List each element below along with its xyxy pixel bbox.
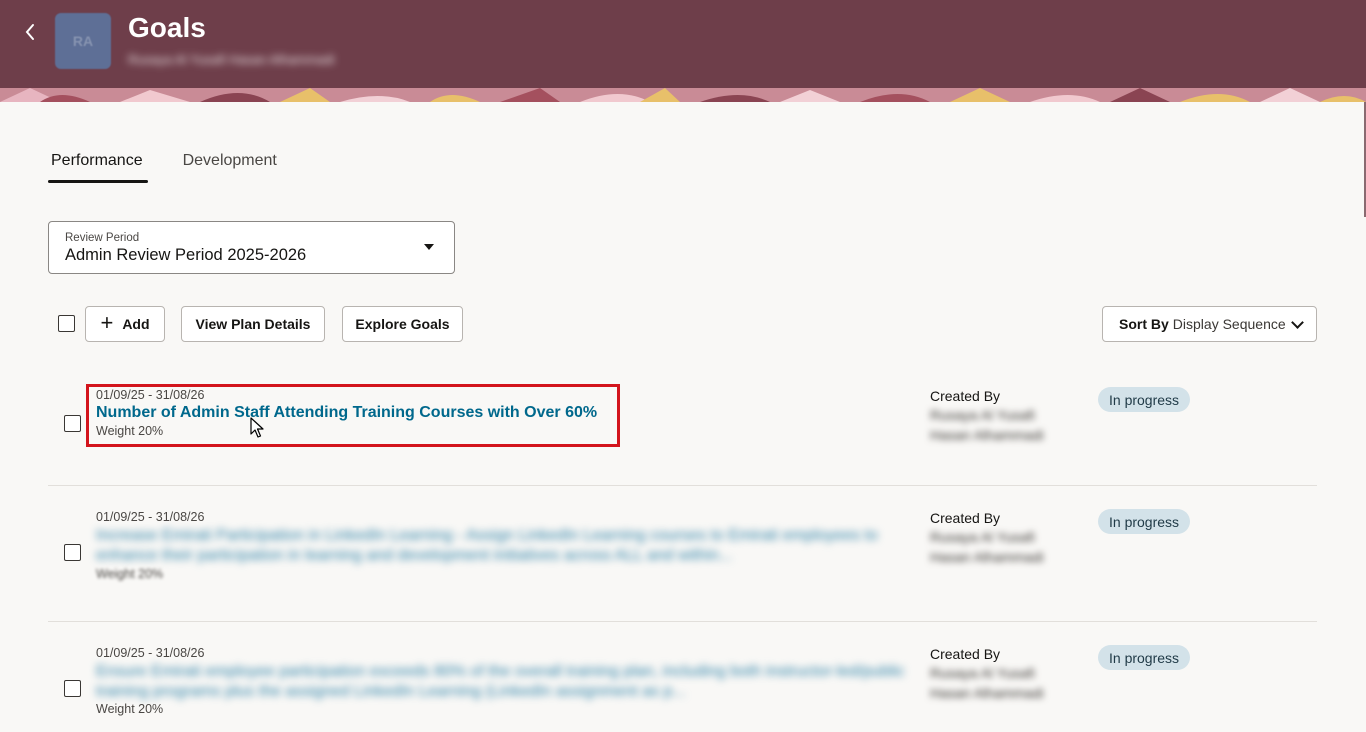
tab-performance[interactable]: Performance [48,150,148,183]
add-button-label: Add [122,316,150,332]
review-period-select[interactable]: Review Period Admin Review Period 2025-2… [48,221,455,274]
goal-checkbox[interactable] [64,680,81,697]
sort-by-label: Sort By [1119,316,1169,332]
mouse-pointer-icon [250,417,264,438]
goal-weight: Weight 20% [96,567,164,581]
created-by-label: Created By [930,510,1001,526]
page-header: RA Goals Rusaya Al Yusafi Hasan Alhammad… [0,0,1366,102]
goal-dates: 01/09/25 - 31/08/26 [96,646,205,660]
status-badge: In progress [1098,645,1191,670]
created-by-name: Rusaya Al Yusafi Hasan Alhammadi [930,407,1044,443]
highlight-box [86,384,620,447]
explore-goals-button[interactable]: Explore Goals [342,306,463,342]
goal-weight: Weight 20% [96,702,164,716]
created-by-name: Rusaya Al Yusafi Hasan Alhammadi [930,529,1044,565]
caret-down-icon [424,244,434,250]
row-divider [48,621,1317,622]
row-divider [48,485,1317,486]
select-all-checkbox[interactable] [58,315,75,332]
sort-by-value: Display Sequence [1172,316,1286,332]
goal-title-link[interactable]: Ensure Emirati employee participation ex… [96,662,908,702]
created-by-name: Rusaya Al Yusafi Hasan Alhammadi [930,665,1044,701]
page-title: Goals [128,12,206,43]
avatar: RA [55,13,111,69]
goal-checkbox[interactable] [64,544,81,561]
status-badge: In progress [1098,387,1191,412]
add-button[interactable]: + Add [85,306,165,342]
goal-dates: 01/09/25 - 31/08/26 [96,510,205,524]
status-badge: In progress [1098,509,1191,534]
back-button[interactable] [18,18,42,46]
created-by-label: Created By [930,388,1001,404]
avatar-initials: RA [72,33,94,49]
decorative-pattern [0,88,1366,102]
sort-by-select[interactable]: Sort By Display Sequence [1102,306,1317,342]
goal-checkbox[interactable] [64,415,81,432]
goal-type-tabs: Performance Development [48,150,280,183]
review-period-label: Review Period [65,232,140,244]
plus-icon: + [100,310,114,335]
view-plan-details-button[interactable]: View Plan Details [181,306,325,342]
review-period-value: Admin Review Period 2025-2026 [65,246,307,264]
chevron-down-icon [1291,316,1304,329]
goal-row: 01/09/25 - 31/08/26 Ensure Emirati emplo… [48,638,1317,732]
goal-title-link[interactable]: Increase Emirati Participation in Linked… [96,526,908,566]
page-subtitle: Rusaya Al Yusafi Hasan Alhammadi [128,52,335,67]
chevron-left-icon [25,24,34,40]
created-by-label: Created By [930,646,1001,662]
goal-row: 01/09/25 - 31/08/26 Increase Emirati Par… [48,502,1317,620]
tab-development[interactable]: Development [180,150,280,183]
